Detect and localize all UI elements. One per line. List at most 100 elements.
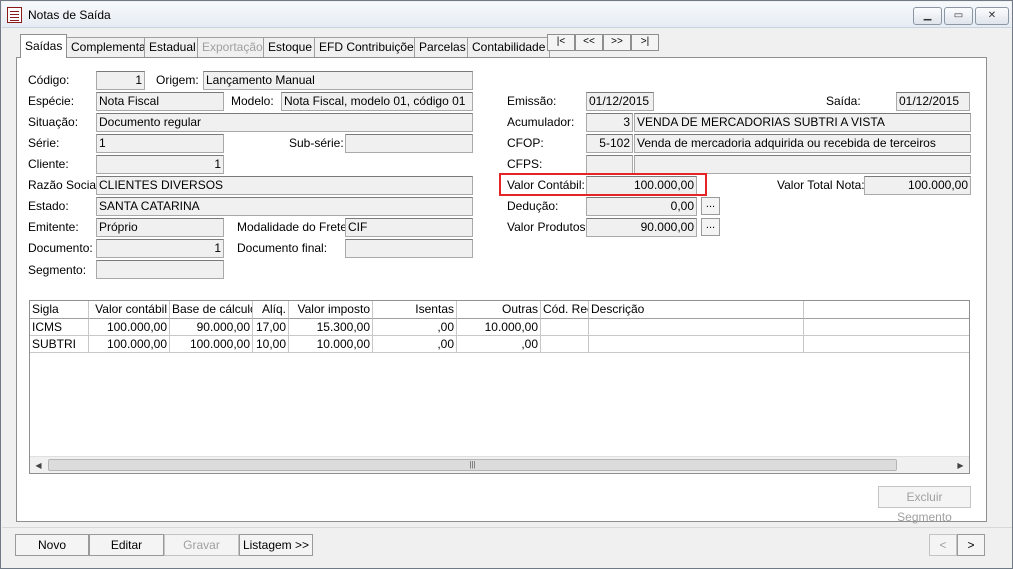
next-record-button[interactable]: >: [957, 534, 985, 556]
column-header-outras[interactable]: Outras: [457, 301, 541, 319]
nav-first-button[interactable]: |<: [547, 34, 575, 51]
column-header-cod-rec[interactable]: Cód. Rec.: [541, 301, 589, 319]
gravar-button[interactable]: Gravar: [164, 534, 239, 556]
cell-aliquota: 10,00: [253, 336, 289, 353]
scroll-left-icon[interactable]: ◀: [30, 457, 47, 473]
editar-button[interactable]: Editar: [89, 534, 164, 556]
modalidade-frete-field[interactable]: CIF: [345, 218, 473, 237]
modelo-label: Modelo:: [231, 94, 274, 108]
cfop-code-field[interactable]: 5-102: [586, 134, 633, 153]
cfps-label: CFPS:: [507, 157, 543, 171]
subserie-field[interactable]: [345, 134, 473, 153]
especie-label: Espécie:: [28, 94, 75, 108]
cliente-field[interactable]: 1: [96, 155, 224, 174]
tab-complementar[interactable]: Complementar: [66, 37, 155, 57]
close-button[interactable]: ✕: [975, 7, 1009, 25]
maximize-button[interactable]: ▭: [944, 7, 973, 25]
estado-field[interactable]: SANTA CATARINA: [96, 197, 473, 216]
valor-produtos-ellipsis-button[interactable]: ...: [701, 218, 720, 236]
tab-parcelas[interactable]: Parcelas: [414, 37, 471, 57]
origem-field[interactable]: Lançamento Manual: [203, 71, 473, 90]
codigo-label: Código:: [28, 73, 70, 87]
saida-field[interactable]: 01/12/2015: [896, 92, 970, 111]
tab-efd-contribuicoes[interactable]: EFD Contribuições: [314, 37, 425, 57]
documento-label: Documento:: [28, 241, 93, 255]
documento-final-field[interactable]: [345, 239, 473, 258]
cell-valor-imposto: 15.300,00: [289, 319, 373, 336]
column-header-sigla[interactable]: Sigla: [30, 301, 89, 319]
cell-valor-contabil: 100.000,00: [89, 319, 170, 336]
column-header-empty: [804, 301, 969, 319]
emissao-field[interactable]: 01/12/2015: [586, 92, 654, 111]
deducao-label: Dedução:: [507, 199, 559, 213]
valor-total-nota-label: Valor Total Nota:: [777, 178, 865, 192]
column-header-isentas[interactable]: Isentas: [373, 301, 457, 319]
tab-saidas[interactable]: Saídas: [20, 34, 68, 58]
emitente-field[interactable]: Próprio: [96, 218, 224, 237]
excluir-segmento-button[interactable]: Excluir Segmento: [878, 486, 971, 524]
razao-social-field[interactable]: CLIENTES DIVERSOS: [96, 176, 473, 195]
horizontal-scrollbar[interactable]: ◀ ||| ▶: [30, 456, 969, 473]
origem-label: Origem:: [156, 73, 199, 87]
cfps-code-field[interactable]: [586, 155, 633, 174]
cell-empty: [804, 336, 969, 353]
acumulador-label: Acumulador:: [507, 115, 575, 129]
cell-sigla: SUBTRI: [30, 336, 89, 353]
column-header-valor-contabil[interactable]: Valor contábil: [89, 301, 170, 319]
acumulador-code-field[interactable]: 3: [586, 113, 633, 132]
segmento-label: Segmento:: [28, 263, 87, 277]
tab-estadual[interactable]: Estadual: [144, 37, 201, 57]
cliente-label: Cliente:: [28, 157, 69, 171]
notas-de-saida-window: Notas de Saída ▁ ▭ ✕ Saídas Complementar…: [0, 0, 1013, 569]
documento-field[interactable]: 1: [96, 239, 224, 258]
novo-button[interactable]: Novo: [15, 534, 89, 556]
title-bar: Notas de Saída ▁ ▭ ✕: [2, 2, 1011, 28]
valor-produtos-label: Valor Produtos:: [507, 220, 589, 234]
cell-outras: ,00: [457, 336, 541, 353]
maximize-icon: ▭: [953, 10, 964, 21]
cell-outras: 10.000,00: [457, 319, 541, 336]
valor-produtos-field[interactable]: 90.000,00: [586, 218, 697, 237]
cell-descricao: [589, 336, 804, 353]
acumulador-description-field[interactable]: VENDA DE MERCADORIAS SUBTRI A VISTA: [634, 113, 971, 132]
nav-prev-button[interactable]: <<: [575, 34, 603, 51]
minimize-button[interactable]: ▁: [913, 7, 942, 25]
modelo-field[interactable]: Nota Fiscal, modelo 01, código 01: [281, 92, 473, 111]
cell-base-calculo: 90.000,00: [170, 319, 253, 336]
deducao-field[interactable]: 0,00: [586, 197, 697, 216]
emitente-label: Emitente:: [28, 220, 79, 234]
cfop-label: CFOP:: [507, 136, 544, 150]
modalidade-frete-label: Modalidade do Frete:: [237, 220, 351, 234]
razao-social-label: Razão Social:: [28, 178, 103, 192]
divider: [2, 527, 1012, 528]
column-header-descricao[interactable]: Descrição: [589, 301, 804, 319]
codigo-field[interactable]: 1: [96, 71, 145, 90]
cfps-description-field[interactable]: [634, 155, 971, 174]
serie-field[interactable]: 1: [96, 134, 224, 153]
segmento-field[interactable]: [96, 260, 224, 279]
situacao-field[interactable]: Documento regular: [96, 113, 473, 132]
column-header-aliquota[interactable]: Alíq.: [253, 301, 289, 319]
valor-total-nota-field[interactable]: 100.000,00: [864, 176, 971, 195]
cfop-description-field[interactable]: Venda de mercadoria adquirida ou recebid…: [634, 134, 971, 153]
close-icon: ✕: [987, 10, 997, 21]
situacao-label: Situação:: [28, 115, 79, 129]
cell-empty: [804, 319, 969, 336]
scroll-right-icon[interactable]: ▶: [952, 457, 969, 473]
column-header-valor-imposto[interactable]: Valor imposto: [289, 301, 373, 319]
tab-exportacao[interactable]: Exportação: [197, 37, 268, 57]
column-header-base-calculo[interactable]: Base de cálculo: [170, 301, 253, 319]
previous-record-button[interactable]: <: [929, 534, 957, 556]
scroll-thumb[interactable]: |||: [48, 459, 897, 471]
tab-estoque[interactable]: Estoque: [263, 37, 318, 57]
cell-aliquota: 17,00: [253, 319, 289, 336]
tab-contabilidade[interactable]: Contabilidade: [467, 37, 551, 57]
listagem-button[interactable]: Listagem >>: [239, 534, 313, 556]
cell-valor-imposto: 10.000,00: [289, 336, 373, 353]
nav-last-button[interactable]: >|: [631, 34, 659, 51]
deducao-ellipsis-button[interactable]: ...: [701, 197, 720, 215]
tax-grid[interactable]: Sigla Valor contábil Base de cálculo Alí…: [29, 300, 970, 474]
nav-next-button[interactable]: >>: [603, 34, 631, 51]
especie-field[interactable]: Nota Fiscal: [96, 92, 224, 111]
cell-base-calculo: 100.000,00: [170, 336, 253, 353]
